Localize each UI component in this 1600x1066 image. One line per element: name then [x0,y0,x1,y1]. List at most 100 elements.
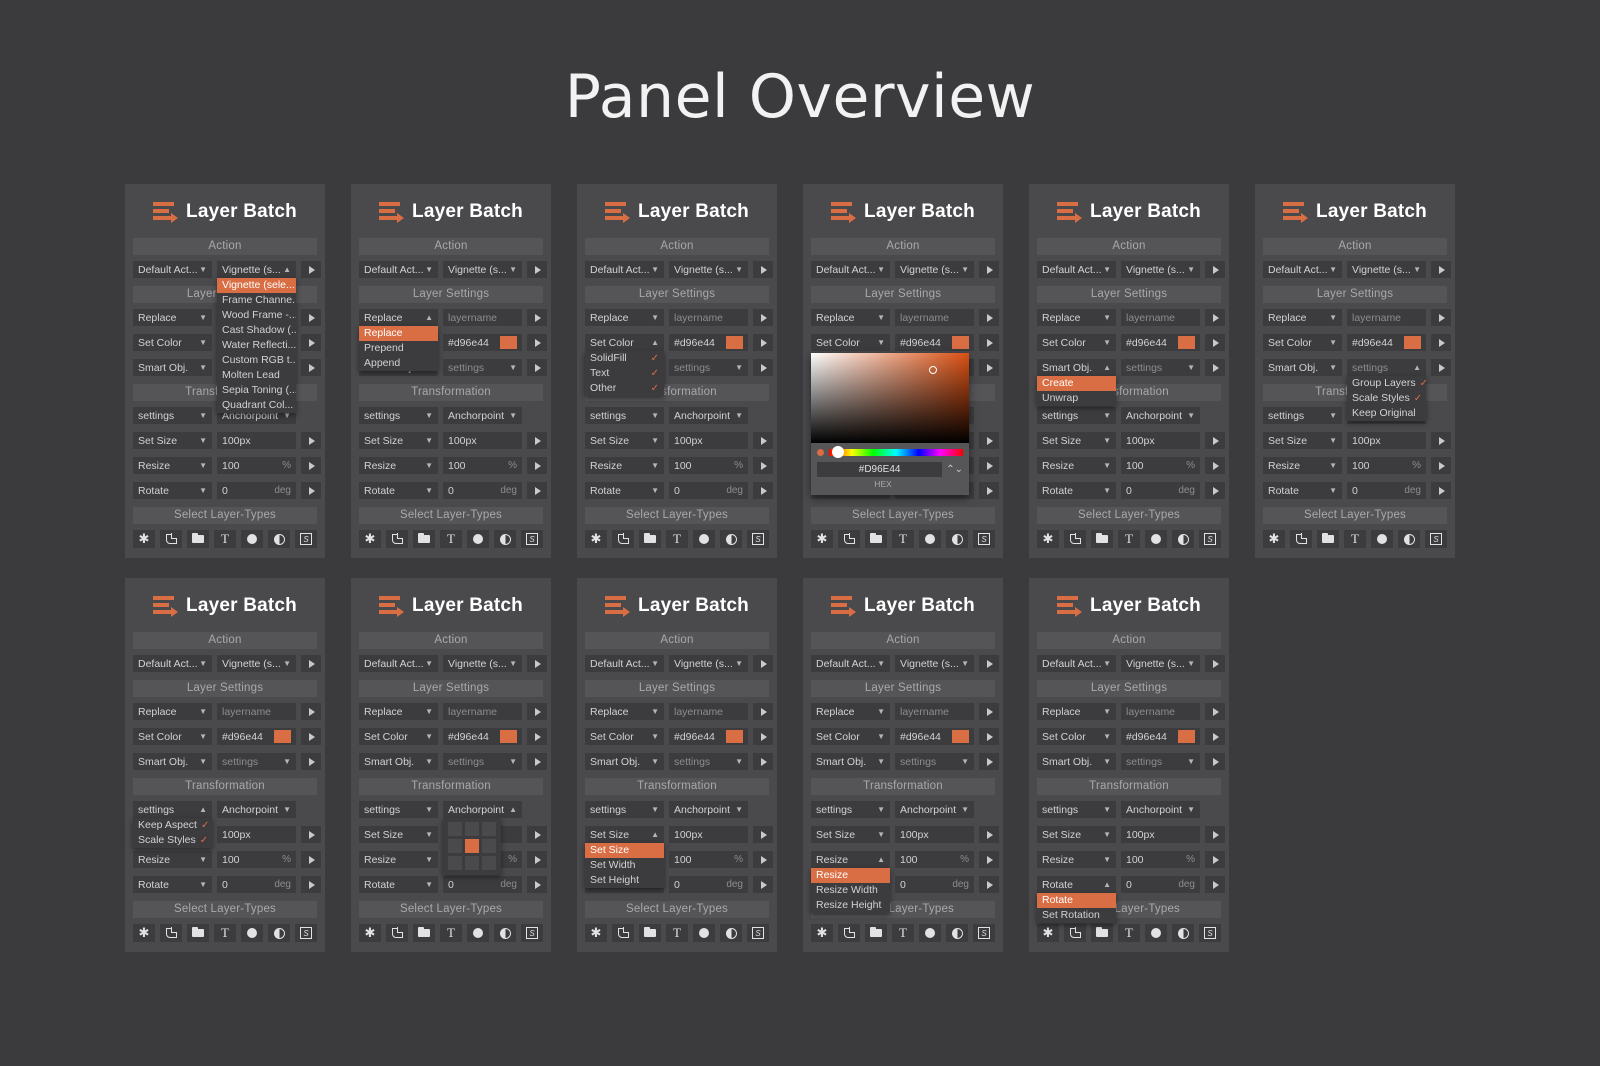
resize-mode-select[interactable]: Resize ▼ [359,457,438,474]
sv-handle[interactable] [929,366,937,374]
run-action-button[interactable] [979,359,999,376]
rotate-value-input[interactable]: 0 deg [669,876,748,893]
dropdown-option[interactable]: Resize [811,868,890,883]
group-layer-icon[interactable] [413,530,435,548]
text-layer-icon[interactable] [214,924,236,942]
anchorpoint-select[interactable]: Anchorpoint ▲ [443,801,522,818]
shape-layer-icon[interactable] [1371,530,1393,548]
color-swatch[interactable] [952,336,969,349]
smart-object-layer-icon[interactable] [1199,924,1221,942]
action-select[interactable]: Vignette (s... ▼ [1121,655,1200,672]
run-action-button[interactable] [301,655,321,672]
size-mode-select[interactable]: Set Size ▼ [359,826,438,843]
transform-settings-select[interactable]: settings ▼ [585,407,664,424]
transform-settings-select[interactable]: settings ▼ [133,407,212,424]
action-preset-select[interactable]: Default Act... ▼ [1037,655,1116,672]
color-swatch[interactable] [1178,336,1195,349]
anchorpoint-select[interactable]: Anchorpoint ▼ [1121,407,1200,424]
run-action-button[interactable] [1205,482,1225,499]
all-layers-icon[interactable] [1037,924,1059,942]
actions-dropdown[interactable]: Vignette (sele... Frame Channe... Wood Fra… [217,278,296,413]
action-preset-select[interactable]: Default Act... ▼ [359,261,438,278]
transform-settings-select[interactable]: settings ▼ [1037,801,1116,818]
layername-input[interactable]: layername [669,309,748,326]
adjustment-layer-icon[interactable] [268,924,290,942]
size-mode-select[interactable]: Set Size ▼ [585,432,664,449]
group-layer-icon[interactable] [865,924,887,942]
smartobject-mode-select[interactable]: Smart Obj. ▲ [1037,359,1116,376]
pixel-layer-icon[interactable] [838,924,860,942]
resize-value-input[interactable]: 100% [443,457,522,474]
rotate-mode-select[interactable]: Rotate ▼ [133,876,212,893]
resize-value-input[interactable]: 100% [1121,457,1200,474]
group-layer-icon[interactable] [1317,530,1339,548]
smartobject-mode-select[interactable]: Smart Obj. ▼ [811,753,890,770]
smartobject-settings-select[interactable]: settings ▲ [1347,359,1426,376]
rotate-value-input[interactable]: 0 deg [1347,482,1426,499]
rename-mode-select[interactable]: Replace ▼ [133,309,212,326]
all-layers-icon[interactable] [811,530,833,548]
pixel-layer-icon[interactable] [386,924,408,942]
all-layers-icon[interactable] [1037,530,1059,548]
size-mode-select[interactable]: Set Size ▼ [1037,826,1116,843]
color-mode-select[interactable]: Set Color ▼ [359,728,438,745]
smartobject-settings-select[interactable]: settings ▼ [443,359,522,376]
dropdown-option[interactable]: Rotate [1037,893,1116,908]
resize-value-input[interactable]: 100% [669,457,748,474]
hex-input[interactable]: #D96E44 [817,462,943,477]
anchorpoint-cell[interactable] [448,856,462,870]
run-action-button[interactable] [979,334,999,351]
dropdown-option[interactable]: Keep Original [1347,406,1426,421]
action-preset-select[interactable]: Default Act... ▼ [585,655,664,672]
resize-mode-select[interactable]: Resize ▼ [1263,457,1342,474]
pixel-layer-icon[interactable] [838,530,860,548]
rotate-mode-select[interactable]: Rotate ▼ [359,876,438,893]
smartobject-mode-select[interactable]: Smart Obj. ▼ [133,359,212,376]
run-action-button[interactable] [1205,826,1225,843]
size-mode-select[interactable]: Set Size ▼ [1037,432,1116,449]
transform-settings-select[interactable]: settings ▼ [1037,407,1116,424]
transform-settings-select[interactable]: settings ▼ [811,801,890,818]
color-mode-select[interactable]: Set Color ▼ [133,728,212,745]
smart-object-layer-icon[interactable] [747,924,769,942]
smartobject-settings-select[interactable]: settings ▼ [895,753,974,770]
run-action-button[interactable] [1431,482,1451,499]
resize-value-input[interactable]: 100% [1347,457,1426,474]
action-select[interactable]: Vignette (s... ▼ [669,655,748,672]
anchorpoint-select[interactable]: Anchorpoint ▼ [669,407,748,424]
size-value-input[interactable]: 100px [1121,826,1200,843]
group-layer-icon[interactable] [865,530,887,548]
anchorpoint-cell[interactable] [465,839,479,853]
all-layers-icon[interactable] [133,530,155,548]
run-action-button[interactable] [1431,334,1451,351]
run-action-button[interactable] [753,334,773,351]
smartobject-mode-select[interactable]: Smart Obj. ▼ [133,753,212,770]
color-mode-select[interactable]: Set Color ▼ [133,334,212,351]
pixel-layer-icon[interactable] [1064,530,1086,548]
run-action-button[interactable] [979,826,999,843]
run-action-button[interactable] [527,309,547,326]
rotate-value-input[interactable]: 0 deg [669,482,748,499]
run-action-button[interactable] [1205,753,1225,770]
adjustment-layer-icon[interactable] [268,530,290,548]
dropdown-option[interactable]: Set Width [585,858,664,873]
rotate-mode-select[interactable]: Rotate ▲ [1037,876,1116,893]
color-swatch[interactable] [726,336,743,349]
run-action-button[interactable] [753,309,773,326]
pixel-layer-icon[interactable] [160,924,182,942]
anchorpoint-select[interactable]: Anchorpoint ▼ [1121,801,1200,818]
run-action-button[interactable] [753,876,773,893]
run-action-button[interactable] [1205,703,1225,720]
color-picker-popover[interactable]: #D96E44 ⌃⌄ HEX [811,353,969,495]
run-action-button[interactable] [301,334,321,351]
dropdown-option[interactable]: Other ✓ [585,381,664,396]
run-action-button[interactable] [753,655,773,672]
adjustment-layer-icon[interactable] [720,530,742,548]
smartobject-settings-select[interactable]: settings ▼ [443,753,522,770]
group-layer-icon[interactable] [187,924,209,942]
anchorpoint-cell[interactable] [448,839,462,853]
size-value-input[interactable]: 100px [443,432,522,449]
action-preset-select[interactable]: Default Act... ▼ [811,261,890,278]
rotate-mode-select[interactable]: Rotate ▼ [359,482,438,499]
resize-value-input[interactable]: 100% [669,851,748,868]
